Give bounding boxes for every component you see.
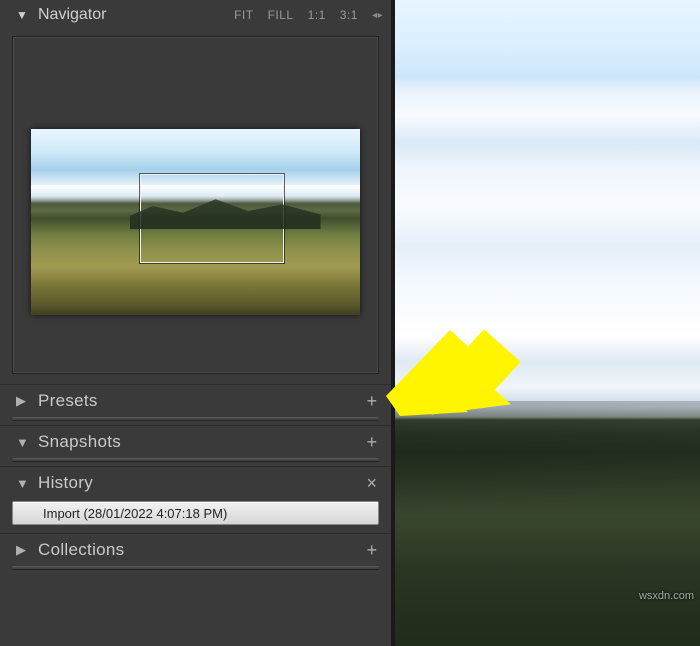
disclosure-down-icon: ▼ bbox=[16, 435, 30, 450]
clear-history-button[interactable]: × bbox=[362, 473, 381, 494]
zoom-fill[interactable]: FILL bbox=[268, 8, 294, 22]
watermark: wsxdn.com bbox=[639, 590, 694, 602]
panel-divider bbox=[12, 417, 379, 421]
collections-header[interactable]: ▶ Collections + bbox=[0, 534, 391, 566]
left-panel: ▼ Navigator FIT FILL 1:1 3:1 ◂▸ ▶ Preset… bbox=[0, 0, 395, 646]
main-preview[interactable] bbox=[395, 0, 700, 646]
panel-divider bbox=[12, 458, 379, 462]
history-header[interactable]: ▼ History × bbox=[0, 467, 391, 499]
navigator-preview[interactable] bbox=[12, 36, 379, 374]
navigator-title: Navigator bbox=[38, 6, 234, 24]
collections-panel: ▶ Collections + bbox=[0, 533, 391, 574]
disclosure-right-icon: ▶ bbox=[16, 393, 30, 409]
history-panel: ▼ History × Import (28/01/2022 4:07:18 P… bbox=[0, 466, 391, 533]
disclosure-down-icon: ▼ bbox=[16, 476, 30, 491]
disclosure-right-icon: ▶ bbox=[16, 542, 30, 558]
history-title: History bbox=[38, 473, 362, 493]
add-collection-button[interactable]: + bbox=[362, 540, 381, 561]
presets-panel: ▶ Presets + bbox=[0, 384, 391, 425]
zoom-3-1[interactable]: 3:1 bbox=[340, 8, 358, 22]
navigator-header[interactable]: ▼ Navigator FIT FILL 1:1 3:1 ◂▸ bbox=[0, 0, 391, 30]
history-item[interactable]: Import (28/01/2022 4:07:18 PM) bbox=[12, 501, 379, 525]
zoom-fit[interactable]: FIT bbox=[234, 8, 254, 22]
history-body: Import (28/01/2022 4:07:18 PM) bbox=[0, 499, 391, 533]
collections-title: Collections bbox=[38, 540, 362, 560]
presets-header[interactable]: ▶ Presets + bbox=[0, 385, 391, 417]
add-snapshot-button[interactable]: + bbox=[362, 432, 381, 453]
navigator-crop-frame[interactable] bbox=[140, 174, 285, 263]
disclosure-down-icon: ▼ bbox=[16, 8, 30, 22]
snapshots-panel: ▼ Snapshots + bbox=[0, 425, 391, 466]
snapshots-title: Snapshots bbox=[38, 432, 362, 452]
preview-image-shadow bbox=[395, 401, 700, 646]
add-preset-button[interactable]: + bbox=[362, 391, 381, 412]
history-item-label: Import (28/01/2022 4:07:18 PM) bbox=[43, 506, 227, 521]
zoom-stepper-icon[interactable]: ◂▸ bbox=[372, 10, 383, 21]
panel-divider bbox=[12, 566, 379, 570]
zoom-levels: FIT FILL 1:1 3:1 ◂▸ bbox=[234, 8, 383, 22]
presets-title: Presets bbox=[38, 391, 362, 411]
zoom-1-1[interactable]: 1:1 bbox=[308, 8, 326, 22]
navigator-thumbnail[interactable] bbox=[31, 129, 360, 315]
snapshots-header[interactable]: ▼ Snapshots + bbox=[0, 426, 391, 458]
